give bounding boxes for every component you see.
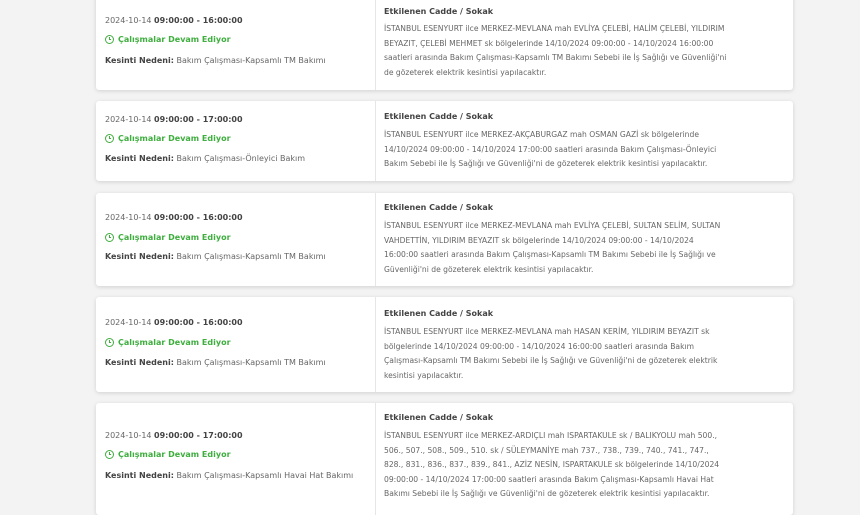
- status-text: Çalışmalar Devam Ediyor: [118, 134, 231, 143]
- clock-icon: [105, 338, 114, 347]
- outage-description: İSTANBUL ESENYURT ilce MERKEZ-ARDIÇLI ma…: [384, 431, 720, 498]
- outage-description: İSTANBUL ESENYURT ilce MERKEZ-MEVLANA ma…: [384, 221, 721, 274]
- outage-reason: Kesinti Nedeni: Bakım Çalışması-Kapsamlı…: [105, 252, 326, 261]
- reason-value: Bakım Çalışması-Kapsamlı TM Bakımı: [176, 252, 326, 261]
- outage-datetime: 2024-10-14 09:00:00 - 16:00:00: [105, 213, 243, 222]
- outage-time-range: 09:00:00 - 16:00:00: [154, 16, 243, 25]
- outage-card: 2024-10-14 09:00:00 - 16:00:00 Çalışmala…: [96, 297, 793, 392]
- streets-title: Etkilenen Cadde / Sokak: [384, 112, 494, 121]
- streets-title: Etkilenen Cadde / Sokak: [384, 203, 494, 212]
- status-indicator: Çalışmalar Devam Ediyor: [105, 134, 231, 143]
- status-indicator: Çalışmalar Devam Ediyor: [105, 450, 231, 459]
- status-indicator: Çalışmalar Devam Ediyor: [105, 35, 231, 44]
- streets-title: Etkilenen Cadde / Sokak: [384, 413, 494, 422]
- outage-card: 2024-10-14 09:00:00 - 17:00:00 Çalışmala…: [96, 403, 793, 515]
- status-indicator: Çalışmalar Devam Ediyor: [105, 338, 231, 347]
- outage-reason: Kesinti Nedeni: Bakım Çalışması-Kapsamlı…: [105, 56, 326, 65]
- outage-time-range: 09:00:00 - 17:00:00: [154, 115, 243, 124]
- outage-time-range: 09:00:00 - 16:00:00: [154, 318, 243, 327]
- divider: [375, 297, 376, 392]
- status-text: Çalışmalar Devam Ediyor: [118, 35, 231, 44]
- clock-icon: [105, 450, 114, 459]
- streets-title: Etkilenen Cadde / Sokak: [384, 309, 494, 318]
- reason-value: Bakım Çalışması-Kapsamlı TM Bakımı: [176, 358, 326, 367]
- outage-description: İSTANBUL ESENYURT ilce MERKEZ-AKÇABURGAZ…: [384, 130, 717, 168]
- reason-value: Bakım Çalışması-Önleyici Bakım: [176, 154, 306, 163]
- outage-datetime: 2024-10-14 09:00:00 - 17:00:00: [105, 115, 243, 124]
- divider: [375, 403, 376, 515]
- outage-date: 2024-10-14: [105, 213, 152, 222]
- streets-title: Etkilenen Cadde / Sokak: [384, 7, 494, 16]
- outage-reason: Kesinti Nedeni: Bakım Çalışması-Kapsamlı…: [105, 471, 353, 480]
- outage-datetime: 2024-10-14 09:00:00 - 16:00:00: [105, 318, 243, 327]
- outage-card: 2024-10-14 09:00:00 - 16:00:00 Çalışmala…: [96, 0, 793, 90]
- reason-label: Kesinti Nedeni:: [105, 56, 174, 65]
- outage-list: 2024-10-14 09:00:00 - 16:00:00 Çalışmala…: [0, 0, 860, 515]
- status-text: Çalışmalar Devam Ediyor: [118, 338, 231, 347]
- reason-label: Kesinti Nedeni:: [105, 358, 174, 367]
- status-text: Çalışmalar Devam Ediyor: [118, 450, 231, 459]
- outage-time-range: 09:00:00 - 16:00:00: [154, 213, 243, 222]
- outage-card: 2024-10-14 09:00:00 - 17:00:00 Çalışmala…: [96, 101, 793, 181]
- clock-icon: [105, 233, 114, 242]
- outage-card: 2024-10-14 09:00:00 - 16:00:00 Çalışmala…: [96, 193, 793, 286]
- divider: [375, 101, 376, 181]
- reason-label: Kesinti Nedeni:: [105, 252, 174, 261]
- outage-datetime: 2024-10-14 09:00:00 - 16:00:00: [105, 16, 243, 25]
- outage-date: 2024-10-14: [105, 16, 152, 25]
- clock-icon: [105, 35, 114, 44]
- outage-date: 2024-10-14: [105, 318, 152, 327]
- status-text: Çalışmalar Devam Ediyor: [118, 233, 231, 242]
- outage-datetime: 2024-10-14 09:00:00 - 17:00:00: [105, 431, 243, 440]
- outage-time-range: 09:00:00 - 17:00:00: [154, 431, 243, 440]
- outage-date: 2024-10-14: [105, 115, 152, 124]
- outage-description: İSTANBUL ESENYURT ilce MERKEZ-MEVLANA ma…: [384, 24, 727, 77]
- reason-label: Kesinti Nedeni:: [105, 471, 174, 480]
- outage-reason: Kesinti Nedeni: Bakım Çalışması-Kapsamlı…: [105, 358, 326, 367]
- reason-value: Bakım Çalışması-Kapsamlı Havai Hat Bakım…: [176, 471, 354, 480]
- divider: [375, 0, 376, 90]
- divider: [375, 193, 376, 286]
- outage-date: 2024-10-14: [105, 431, 152, 440]
- reason-value: Bakım Çalışması-Kapsamlı TM Bakımı: [176, 56, 326, 65]
- status-indicator: Çalışmalar Devam Ediyor: [105, 233, 231, 242]
- outage-description: İSTANBUL ESENYURT ilce MERKEZ-MEVLANA ma…: [384, 327, 718, 380]
- reason-label: Kesinti Nedeni:: [105, 154, 174, 163]
- clock-icon: [105, 134, 114, 143]
- outage-reason: Kesinti Nedeni: Bakım Çalışması-Önleyici…: [105, 154, 305, 163]
